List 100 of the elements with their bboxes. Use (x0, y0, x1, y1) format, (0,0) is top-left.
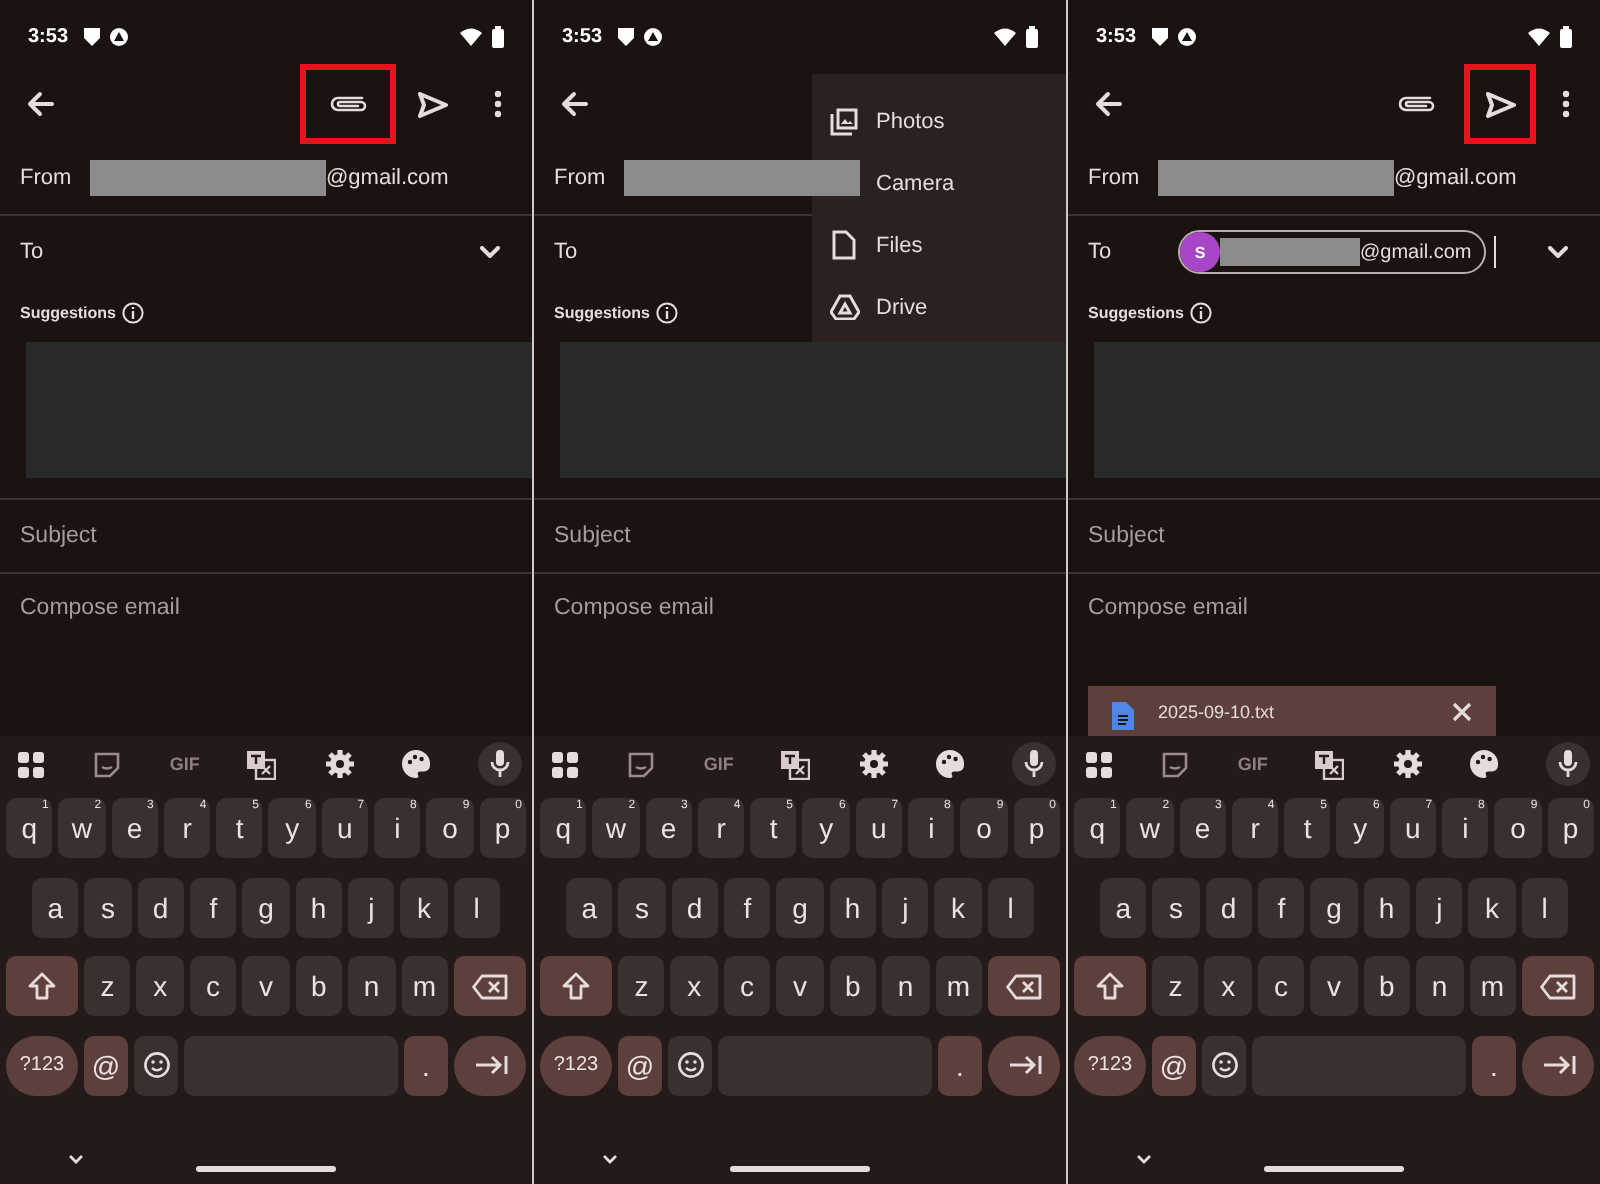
key[interactable]: b (829, 956, 877, 1016)
next-key[interactable] (454, 1035, 526, 1095)
shift-key[interactable] (540, 956, 612, 1016)
menu-item[interactable]: Photos (876, 109, 945, 133)
key[interactable]: s (1152, 877, 1200, 937)
key[interactable]: m (1469, 956, 1516, 1016)
home-handle[interactable] (1264, 1166, 1404, 1172)
key[interactable]: l (453, 877, 500, 937)
key[interactable]: . (404, 1035, 448, 1095)
key[interactable]: v (1310, 956, 1358, 1016)
key[interactable]: k (934, 877, 982, 937)
key[interactable]: n (882, 956, 930, 1016)
voice-button[interactable] (1011, 742, 1056, 786)
key[interactable]: c (189, 956, 237, 1016)
key[interactable]: d (1205, 877, 1252, 937)
key[interactable]: j (1415, 877, 1463, 937)
key[interactable]: d (137, 877, 184, 937)
key[interactable]: x (1204, 956, 1252, 1016)
key[interactable]: d (671, 877, 718, 937)
emoji-key[interactable] (134, 1035, 178, 1095)
hide-keyboard-button[interactable] (1136, 1154, 1152, 1164)
key[interactable]: z (1152, 956, 1199, 1016)
settings-button[interactable] (323, 744, 356, 784)
voice-button[interactable] (1545, 742, 1590, 786)
key[interactable]: a (32, 877, 79, 937)
key[interactable]: m (401, 956, 448, 1016)
gif-button[interactable]: GIF (1236, 744, 1269, 784)
recipient-chip[interactable]: S @gmail.com (1178, 230, 1486, 274)
key[interactable]: v (242, 956, 290, 1016)
menu-item[interactable]: Camera (876, 171, 955, 195)
key[interactable]: j (347, 877, 395, 937)
symbols-key[interactable]: ?123 (1074, 1035, 1146, 1095)
key[interactable]: b (1363, 956, 1411, 1016)
settings-button[interactable] (857, 744, 890, 784)
key[interactable]: z (84, 956, 131, 1016)
compose-field[interactable]: Compose email (1088, 595, 1576, 619)
attach-button[interactable] (300, 64, 396, 144)
symbols-key[interactable]: ?123 (6, 1035, 78, 1095)
key[interactable]: l (987, 877, 1034, 937)
backspace-key[interactable] (1521, 956, 1594, 1016)
emoji-key[interactable] (668, 1035, 712, 1095)
gif-button[interactable]: GIF (702, 744, 735, 784)
theme-button[interactable] (934, 744, 967, 784)
key[interactable]: x (136, 956, 184, 1016)
subject-field[interactable]: Subject (20, 524, 508, 548)
backspace-key[interactable] (987, 956, 1060, 1016)
next-key[interactable] (1522, 1035, 1594, 1095)
subject-field[interactable]: Subject (554, 524, 1042, 548)
next-key[interactable] (988, 1035, 1060, 1095)
hide-keyboard-button[interactable] (68, 1154, 84, 1164)
emoji-key[interactable] (1202, 1035, 1246, 1095)
theme-button[interactable] (400, 744, 433, 784)
key[interactable]: h (829, 877, 876, 937)
key[interactable]: k (1468, 877, 1516, 937)
key[interactable]: h (295, 877, 342, 937)
key[interactable]: m (935, 956, 982, 1016)
shift-key[interactable] (6, 956, 78, 1016)
voice-button[interactable] (477, 742, 522, 786)
backspace-key[interactable] (453, 956, 526, 1016)
key[interactable]: @ (1152, 1035, 1196, 1095)
compose-field[interactable]: Compose email (554, 595, 1042, 619)
key[interactable]: s (84, 877, 132, 937)
subject-field[interactable]: Subject (1088, 524, 1576, 548)
key[interactable]: g (1310, 877, 1358, 937)
key[interactable]: @ (618, 1035, 662, 1095)
symbols-key[interactable]: ?123 (540, 1035, 612, 1095)
theme-button[interactable] (1468, 744, 1501, 784)
hide-keyboard-button[interactable] (602, 1154, 618, 1164)
menu-item[interactable]: Files (876, 233, 923, 257)
key[interactable]: c (723, 956, 771, 1016)
key[interactable]: k (400, 877, 448, 937)
key[interactable]: . (938, 1035, 982, 1095)
send-button[interactable] (1464, 64, 1536, 144)
key[interactable]: b (295, 956, 343, 1016)
gif-button[interactable]: GIF (168, 744, 201, 784)
key[interactable]: n (348, 956, 396, 1016)
key[interactable]: g (242, 877, 290, 937)
key[interactable]: j (881, 877, 929, 937)
menu-item[interactable]: Drive (876, 295, 928, 319)
attachment-card[interactable]: 2025-09-10.txt (1088, 686, 1496, 736)
key[interactable]: h (1363, 877, 1410, 937)
settings-button[interactable] (1391, 744, 1424, 784)
key[interactable]: c (1257, 956, 1305, 1016)
home-handle[interactable] (730, 1166, 870, 1172)
key[interactable]: v (776, 956, 824, 1016)
key[interactable]: a (566, 877, 613, 937)
key[interactable]: . (1472, 1035, 1516, 1095)
key[interactable]: n (1416, 956, 1464, 1016)
key[interactable]: f (1257, 877, 1305, 937)
home-handle[interactable] (196, 1166, 336, 1172)
key[interactable]: @ (84, 1035, 128, 1095)
compose-field[interactable]: Compose email (20, 595, 508, 619)
key[interactable]: z (618, 956, 665, 1016)
key[interactable]: l (1521, 877, 1568, 937)
key[interactable]: f (723, 877, 771, 937)
key[interactable]: x (670, 956, 718, 1016)
key[interactable]: g (776, 877, 824, 937)
key[interactable]: a (1100, 877, 1147, 937)
shift-key[interactable] (1074, 956, 1146, 1016)
key[interactable]: f (189, 877, 237, 937)
